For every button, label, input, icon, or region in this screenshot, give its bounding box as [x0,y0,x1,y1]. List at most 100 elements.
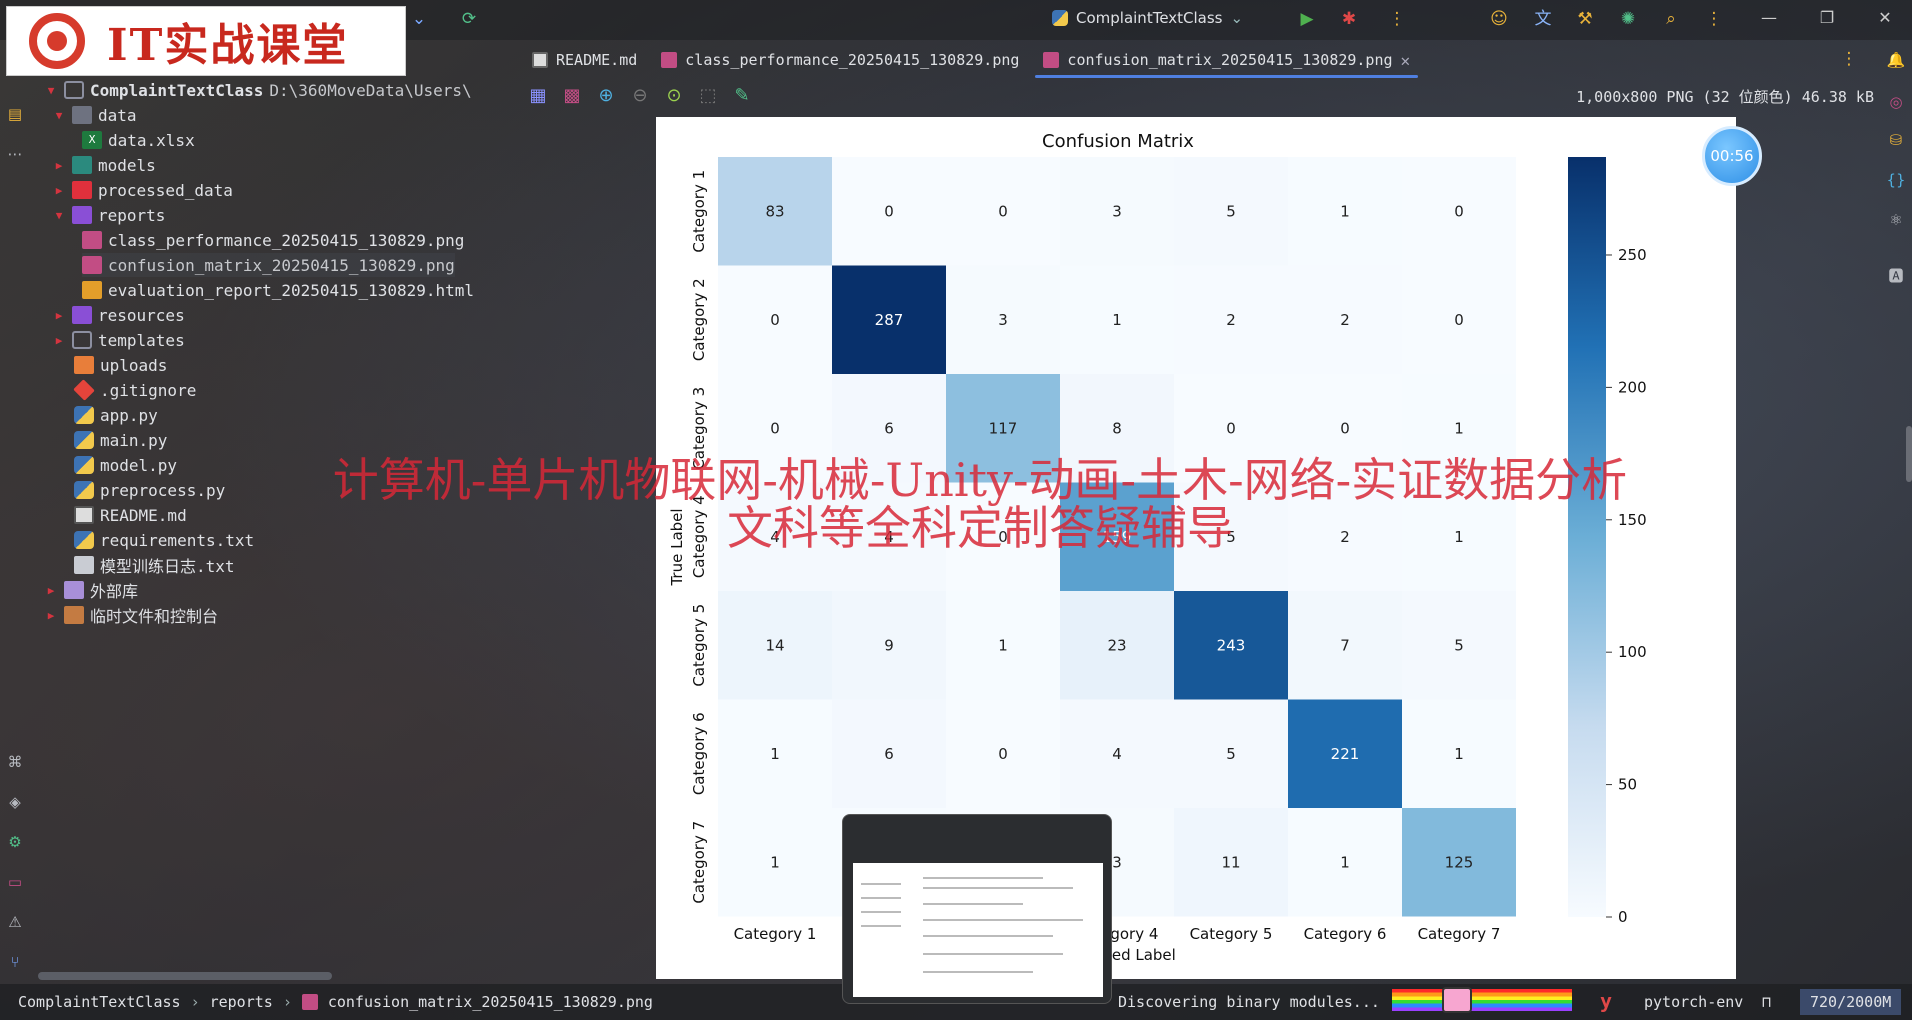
tab-readme[interactable]: README.md [520,40,649,80]
lock-icon[interactable]: ⊓ [1762,993,1771,1011]
database-icon[interactable]: ⛁ [1886,130,1906,150]
tree-item-models[interactable]: ▶ models [52,153,156,177]
collapsed-arrow-icon[interactable]: ▶ [52,309,66,322]
collapsed-arrow-icon[interactable]: ▶ [44,584,58,597]
image-file-icon [301,994,318,1010]
cell-value-label: 1 [1454,745,1464,763]
collapsed-arrow-icon[interactable]: ▶ [52,334,66,347]
color-picker-icon[interactable]: ✎ [730,84,754,108]
account-icon[interactable]: ☺ [1488,8,1510,30]
tree-item-resources[interactable]: ▶ resources [52,303,185,327]
collapsed-arrow-icon[interactable]: ▶ [44,609,58,622]
fit-zoom-icon[interactable]: ⬚ [696,84,720,108]
collapsed-arrow-icon[interactable]: ▶ [52,184,66,197]
more-actions-icon[interactable]: ⋮ [1386,8,1408,30]
tree-item-reports[interactable]: ▼ reports [52,203,166,227]
tree-item-model-py[interactable]: model.py [74,453,177,477]
expand-arrow-icon[interactable]: ▼ [52,109,66,122]
project-tool-icon[interactable]: ▤ [5,104,25,124]
x-tick-label: Category 5 [1190,925,1273,943]
python-file-icon [74,481,94,499]
layers-icon[interactable]: ◈ [5,792,25,812]
search-icon[interactable]: ⌕ [1660,8,1682,30]
dropdown-arrow-icon[interactable]: ⌄ [408,8,430,30]
tree-item-confusion-matrix[interactable]: confusion_matrix_20250415_130829.png [82,253,455,277]
minimize-icon[interactable]: — [1758,8,1780,27]
tree-item-templates[interactable]: ▶ templates [52,328,185,352]
tree-item-class-performance[interactable]: class_performance_20250415_130829.png [82,228,464,252]
tree-root[interactable]: ▼ ComplaintTextClass D:\360MoveData\User… [44,78,472,102]
zoom-in-icon[interactable]: ⊕ [594,84,618,108]
watermark-text: 计算机-单片机物联网-机械-Unity-动画-土木-网络-实证数据分析 文科等全… [230,456,1730,552]
more-vert-icon[interactable]: ⋮ [1703,8,1725,30]
zoom-out-icon[interactable]: ⊖ [628,84,652,108]
vertical-scrollbar[interactable] [1906,426,1912,482]
cell-value-label: 287 [875,311,904,329]
collapsed-arrow-icon[interactable]: ▶ [52,159,66,172]
tree-item-scratches[interactable]: ▶ 临时文件和控制台 [44,603,218,627]
cell-value-label: 1 [770,745,780,763]
close-tab-icon[interactable]: ✕ [1401,51,1411,70]
tree-item-label: 外部库 [90,582,139,601]
tree-item-gitignore[interactable]: .gitignore [73,378,196,402]
text-file-icon [74,556,94,574]
notifications-icon[interactable]: 🔔 [1886,50,1906,70]
cell-value-label: 1 [1340,202,1350,220]
services-icon[interactable]: ⚙ [5,832,25,852]
tree-item-uploads[interactable]: uploads [74,353,167,377]
font-icon[interactable]: 🅰 [1886,266,1906,286]
sync-icon[interactable]: ⟳ [458,8,480,30]
tab-confusion-matrix[interactable]: confusion_matrix_20250415_130829.png ✕ [1031,40,1422,80]
tree-item-main-py[interactable]: main.py [74,428,167,452]
tree-item-evaluation-report[interactable]: evaluation_report_20250415_130829.html [82,278,474,302]
cell-value-label: 3 [1112,202,1122,220]
breadcrumb-item[interactable]: reports [210,993,273,1011]
restore-icon[interactable]: ❐ [1816,8,1838,27]
memory-indicator[interactable]: 720/2000M [1800,989,1902,1015]
tree-item-external-libraries[interactable]: ▶ 外部库 [44,578,138,602]
build-icon[interactable]: ⚒ [1574,8,1596,30]
tree-item-data-xlsx[interactable]: X data.xlsx [82,128,195,152]
terminal-icon[interactable]: ▭ [5,872,25,892]
cell-value-label: 9 [884,636,894,654]
git-file-icon [73,379,95,401]
ai-assistant-icon[interactable]: ✺ [1617,8,1639,30]
tree-item-processed-data[interactable]: ▶ processed_data [52,178,233,202]
tree-item-app-py[interactable]: app.py [74,403,158,427]
close-icon[interactable]: ✕ [1874,8,1896,27]
translate-icon[interactable]: 文 [1532,8,1554,30]
breadcrumb-item[interactable]: ComplaintTextClass [18,993,181,1011]
tree-item-requirements[interactable]: requirements.txt [74,528,254,552]
screen-recording-thumbnail[interactable] [842,814,1112,1004]
plugin-icon[interactable]: ⚛ [1886,210,1906,230]
run-configuration-selector[interactable]: ComplaintTextClass ⌄ [1052,9,1243,27]
actual-size-icon[interactable]: ⊙ [662,84,686,108]
tree-item-preprocess-py[interactable]: preprocess.py [74,478,225,502]
problems-icon[interactable]: ⚠ [5,912,25,932]
debug-icon[interactable]: ✱ [1338,8,1360,30]
tree-item-label: templates [98,330,185,350]
tree-item-readme[interactable]: README.md [74,503,187,527]
python-console-icon[interactable]: ⌘ [5,752,25,772]
chessboard-icon[interactable]: ▦ [526,84,550,108]
expand-arrow-icon[interactable]: ▼ [52,209,66,222]
y-tick-label: Category 7 [690,821,708,904]
more-tools-icon[interactable]: ⋯ [5,144,25,164]
run-icon[interactable]: ▶ [1296,8,1318,30]
json-icon[interactable]: {} [1886,170,1906,190]
expand-arrow-icon[interactable]: ▼ [44,84,58,97]
python-interpreter[interactable]: pytorch-env [1644,993,1743,1011]
git-icon[interactable]: ⑂ [5,952,25,972]
tab-class-performance[interactable]: class_performance_20250415_130829.png [649,40,1031,80]
grid-icon[interactable]: ▩ [560,84,584,108]
tree-item-training-log[interactable]: 模型训练日志.txt [74,553,235,577]
yandex-icon[interactable]: y [1600,989,1612,1013]
cell-value-label: 1 [1340,853,1350,871]
breadcrumb-item[interactable]: confusion_matrix_20250415_130829.png [328,993,653,1011]
tree-item-data[interactable]: ▼ data [52,103,137,127]
tabs-more-icon[interactable]: ⋮ [1838,48,1860,70]
colorbar-tick-label: 100 [1618,643,1647,661]
horizontal-scrollbar[interactable] [38,972,332,980]
ai-chat-icon[interactable]: ◎ [1886,92,1906,112]
cell-value-label: 0 [998,745,1008,763]
